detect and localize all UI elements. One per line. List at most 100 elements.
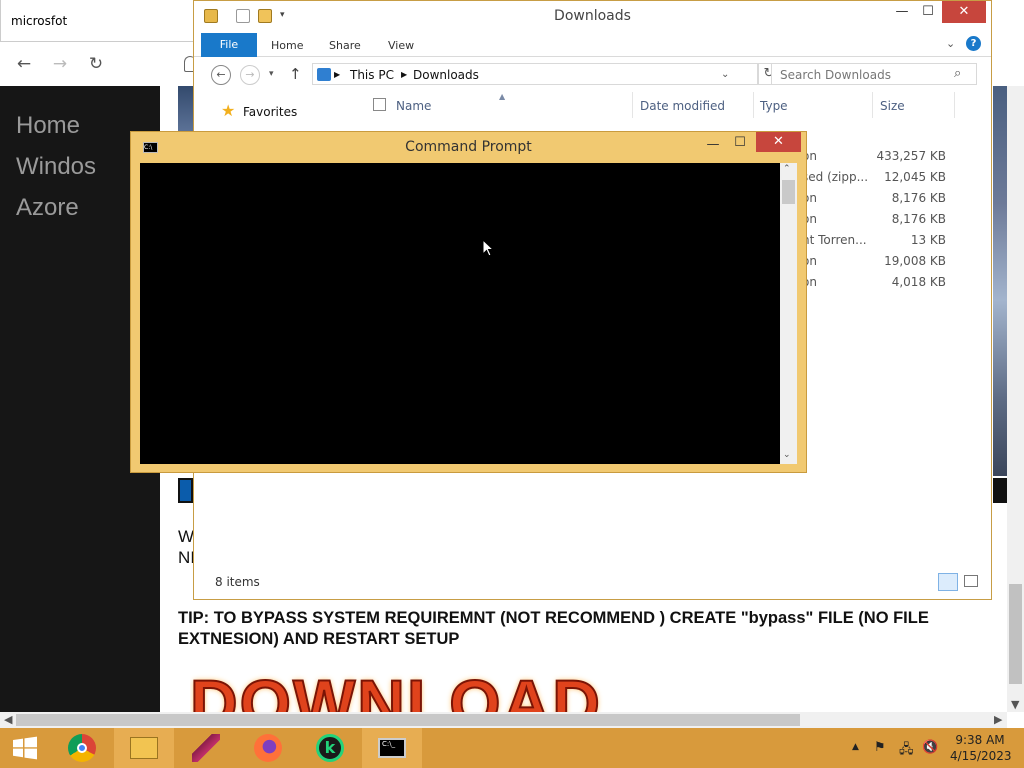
taskbar-file-explorer[interactable] xyxy=(114,728,174,768)
file-row-size: 8,176 KB xyxy=(891,191,946,205)
recent-locations-icon[interactable]: ▾ xyxy=(269,69,274,79)
browser-toolbar: ← → ↻ xyxy=(0,42,196,86)
tab-share[interactable]: Share xyxy=(329,39,361,52)
download-banner[interactable]: DOWNLOAD xyxy=(190,665,630,713)
browser-tab-title: microsfot xyxy=(11,14,68,28)
clock-date: 4/15/2023 xyxy=(950,749,1012,763)
page-image xyxy=(993,86,1007,476)
address-bar[interactable]: ▶ This PC ▶ Downloads ⌄ xyxy=(312,63,758,85)
back-icon[interactable]: ← xyxy=(211,65,231,85)
console-output[interactable] xyxy=(140,163,780,464)
mouse-cursor-icon xyxy=(482,239,494,257)
column-divider[interactable] xyxy=(753,92,754,118)
cmd-vertical-scrollbar[interactable] xyxy=(780,163,797,464)
scroll-up-arrow-icon[interactable]: ⌃ xyxy=(783,164,791,174)
scroll-down-arrow-icon[interactable]: ▼ xyxy=(1011,698,1019,711)
sidebar-link-home[interactable]: Home xyxy=(16,112,80,140)
page-text-fragment: W xyxy=(178,527,195,546)
search-placeholder: Search Downloads xyxy=(780,68,891,82)
scroll-right-arrow-icon[interactable]: ▶ xyxy=(994,713,1002,726)
forward-icon[interactable]: → xyxy=(240,65,260,85)
windows-logo-image xyxy=(178,478,193,503)
column-date-modified[interactable]: Date modified xyxy=(640,99,725,113)
nav-favorites[interactable]: Favorites xyxy=(243,105,297,119)
explorer-title: Downloads xyxy=(554,8,631,24)
windows-logo-icon xyxy=(13,736,37,760)
forward-icon[interactable]: → xyxy=(50,54,70,74)
scroll-down-arrow-icon[interactable]: ⌄ xyxy=(783,450,791,460)
file-row-type: sed (zipp... xyxy=(802,170,869,184)
volume-muted-icon[interactable]: 🔇 xyxy=(922,740,938,755)
close-button[interactable]: ✕ xyxy=(942,1,986,23)
sidebar-link-windos[interactable]: Windos xyxy=(16,153,96,181)
item-count: 8 items xyxy=(215,575,260,589)
file-row-size: 19,008 KB xyxy=(884,254,946,268)
cmd-scroll-thumb[interactable] xyxy=(782,180,795,204)
clock[interactable]: 9:38 AM 4/15/2023 xyxy=(950,732,1012,764)
explorer-ribbon: File Home Share View ⌄ ? xyxy=(194,31,991,57)
minimize-button[interactable]: — xyxy=(701,134,725,156)
search-icon[interactable]: ⌕ xyxy=(954,66,961,81)
page-image xyxy=(993,478,1007,503)
file-row-size: 4,018 KB xyxy=(891,275,946,289)
taskbar-feather-app[interactable] xyxy=(176,728,236,768)
page-horizontal-scroll-thumb[interactable] xyxy=(16,714,800,726)
clock-time: 9:38 AM xyxy=(955,733,1005,747)
column-divider[interactable] xyxy=(632,92,633,118)
column-divider[interactable] xyxy=(954,92,955,118)
file-row-size: 12,045 KB xyxy=(884,170,946,184)
explorer-status-bar: 8 items xyxy=(194,569,991,599)
show-hidden-icons-icon[interactable]: ▲ xyxy=(852,742,859,752)
select-all-checkbox[interactable] xyxy=(373,98,386,111)
chevron-right-icon: ▶ xyxy=(334,70,341,79)
sidebar-link-azore[interactable]: Azore xyxy=(16,194,79,222)
up-icon[interactable]: ↑ xyxy=(289,65,302,83)
back-icon[interactable]: ← xyxy=(14,54,34,74)
explorer-address-row: ← → ▾ ↑ ▶ This PC ▶ Downloads ⌄ ↻ Search… xyxy=(194,57,991,92)
folder-icon xyxy=(130,737,158,759)
tab-file[interactable]: File xyxy=(201,33,257,57)
taskbar-command-prompt[interactable]: C:\_ xyxy=(362,728,422,768)
taskbar: k C:\_ ▲ ⚑ 🖧 🔇 9:38 AM 4/15/2023 xyxy=(0,728,1024,768)
details-view-icon[interactable] xyxy=(938,573,958,591)
page-vertical-scroll-thumb[interactable] xyxy=(1009,584,1022,684)
taskbar-firefox[interactable] xyxy=(238,728,298,768)
file-row-size: 8,176 KB xyxy=(891,212,946,226)
close-button[interactable]: ✕ xyxy=(756,132,801,152)
column-size[interactable]: Size xyxy=(880,99,905,113)
expand-ribbon-icon[interactable]: ⌄ xyxy=(946,37,955,50)
column-name[interactable]: Name xyxy=(396,99,431,113)
browser-tab[interactable]: microsfot xyxy=(0,0,195,42)
address-dropdown-icon[interactable]: ⌄ xyxy=(721,69,729,80)
maximize-button[interactable]: ☐ xyxy=(917,1,939,23)
chrome-icon-center xyxy=(77,743,87,753)
cmd-icon: C:\_ xyxy=(378,738,406,758)
taskbar-kaspersky[interactable]: k xyxy=(300,728,360,768)
cmd-titlebar[interactable]: C:\ Command Prompt — ☐ ✕ xyxy=(131,132,806,162)
refresh-icon[interactable]: ↻ xyxy=(86,54,106,74)
firefox-icon xyxy=(254,734,282,762)
help-icon[interactable]: ? xyxy=(966,36,981,51)
maximize-button[interactable]: ☐ xyxy=(728,132,752,154)
breadcrumb-this-pc[interactable]: This PC xyxy=(350,68,394,82)
column-type[interactable]: Type xyxy=(760,99,788,113)
tab-view[interactable]: View xyxy=(388,39,414,52)
search-input[interactable]: Search Downloads ⌕ xyxy=(771,63,977,85)
minimize-button[interactable]: — xyxy=(891,1,913,23)
chevron-right-icon: ▶ xyxy=(401,70,408,79)
explorer-titlebar[interactable]: ▾ Downloads — ☐ ✕ xyxy=(194,1,991,31)
page-image xyxy=(178,86,193,134)
breadcrumb-downloads[interactable]: Downloads xyxy=(413,68,479,82)
file-row-size: 13 KB xyxy=(910,233,946,247)
start-button[interactable] xyxy=(0,728,60,768)
network-icon[interactable]: 🖧 xyxy=(899,740,914,762)
download-banner-text: DOWNLOAD xyxy=(190,665,602,713)
large-icons-view-icon[interactable] xyxy=(964,575,978,587)
scroll-left-arrow-icon[interactable]: ◀ xyxy=(4,713,12,726)
column-divider[interactable] xyxy=(872,92,873,118)
taskbar-chrome[interactable] xyxy=(52,728,112,768)
sort-ascending-icon: ▲ xyxy=(499,92,506,101)
flag-icon[interactable]: ⚑ xyxy=(874,740,886,755)
tab-home[interactable]: Home xyxy=(271,39,303,52)
bypass-tip: TIP: TO BYPASS SYSTEM REQUIREMNT (NOT RE… xyxy=(178,609,929,648)
